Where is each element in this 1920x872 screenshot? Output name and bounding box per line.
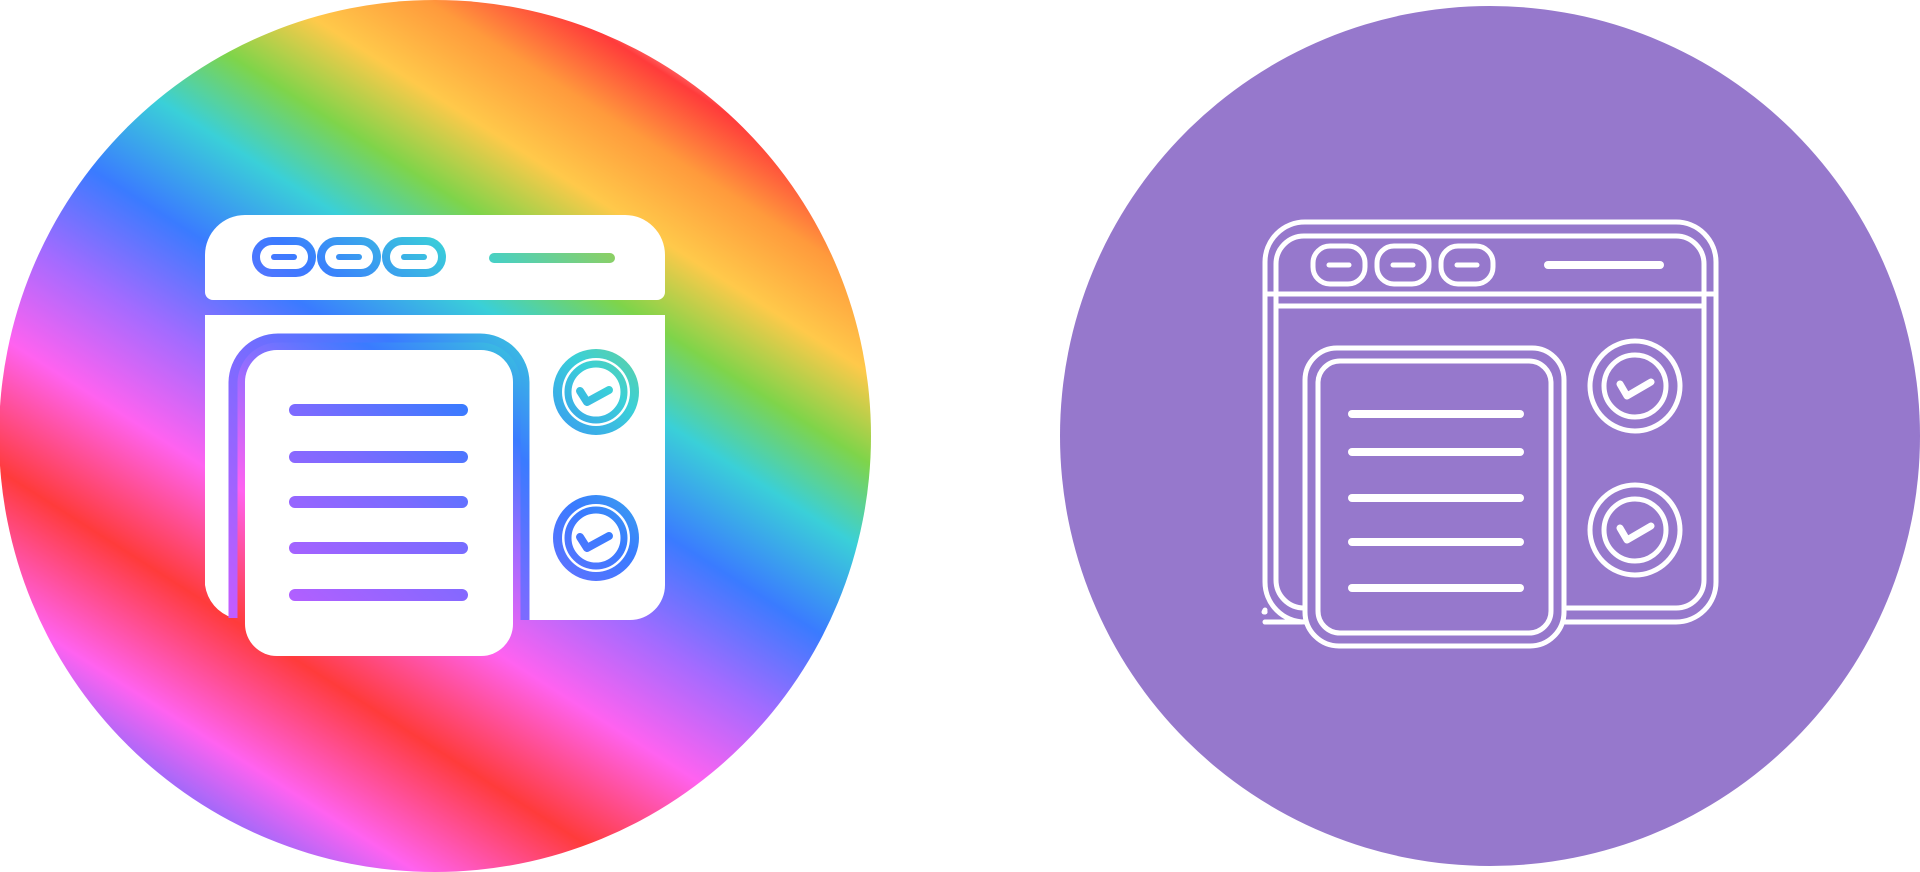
line-icon-group: [1060, 6, 1920, 866]
icon-pair-svg: [0, 0, 1920, 872]
gradient-icon-group: [0, 0, 871, 872]
check-badge-2: [553, 495, 639, 581]
check-badge-1: [553, 349, 639, 435]
purple-circle-background: [1060, 6, 1920, 866]
icon-pair-canvas: [0, 0, 1920, 872]
